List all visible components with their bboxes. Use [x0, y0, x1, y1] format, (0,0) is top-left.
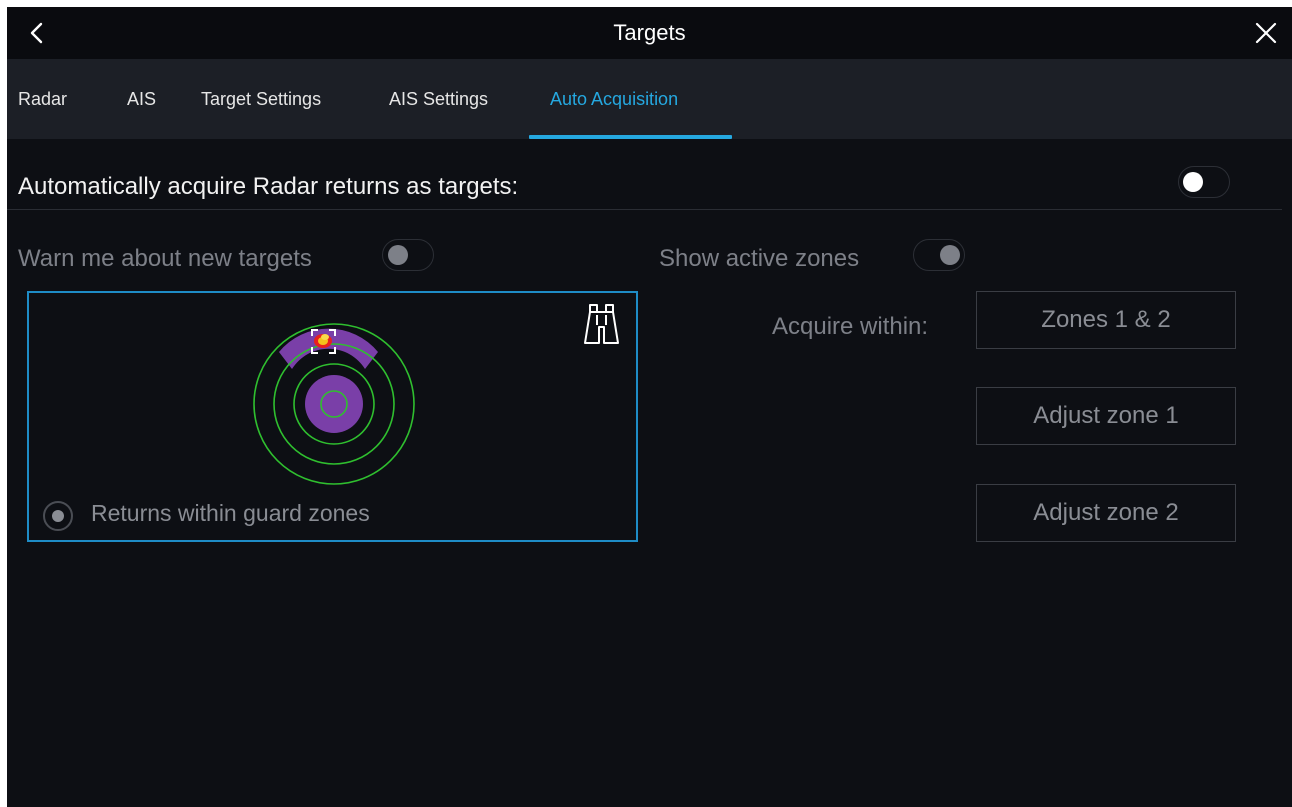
binoculars-icon: [584, 304, 619, 344]
tab-auto-acquisition[interactable]: Auto Acquisition: [550, 89, 678, 110]
content-area: Automatically acquire Radar returns as t…: [7, 139, 1292, 807]
tab-radar[interactable]: Radar: [18, 89, 67, 110]
toggle-knob: [1183, 172, 1203, 192]
tab-ais-settings[interactable]: AIS Settings: [389, 89, 488, 110]
acquire-within-label: Acquire within:: [772, 313, 929, 340]
adjust-zone-1-button[interactable]: Adjust zone 1: [976, 387, 1236, 445]
close-icon: [1255, 22, 1277, 44]
divider: [7, 209, 1282, 210]
guard-zones-option-label: Returns within guard zones: [91, 500, 370, 526]
acquire-within-select[interactable]: Zones 1 & 2: [976, 291, 1236, 349]
close-button[interactable]: [1244, 11, 1288, 55]
warn-new-targets-toggle[interactable]: [382, 239, 434, 271]
auto-acquire-label: Automatically acquire Radar returns as t…: [18, 173, 519, 200]
show-active-zones-toggle[interactable]: [913, 239, 965, 271]
tab-target-settings[interactable]: Target Settings: [201, 89, 321, 110]
guard-zone-option-panel[interactable]: Returns within guard zones: [27, 291, 638, 542]
toggle-knob: [940, 245, 960, 265]
guard-zones-radio[interactable]: [43, 501, 73, 531]
page-title: Targets: [613, 20, 686, 45]
radio-selected-dot: [52, 510, 64, 522]
warn-new-targets-label: Warn me about new targets: [18, 245, 312, 272]
tab-bar: Radar AIS Target Settings AIS Settings A…: [7, 59, 1292, 139]
show-active-zones-label: Show active zones: [659, 245, 860, 272]
adjust-zone-2-button[interactable]: Adjust zone 2: [976, 484, 1236, 542]
targets-screen: Targets Radar AIS Target Settings AIS Se…: [7, 7, 1292, 807]
auto-acquire-toggle[interactable]: [1178, 166, 1230, 198]
guard-zone-2-disc: [305, 375, 363, 433]
toggle-knob: [388, 245, 408, 265]
title-bar: Targets: [7, 7, 1292, 59]
tab-ais[interactable]: AIS: [127, 89, 156, 110]
